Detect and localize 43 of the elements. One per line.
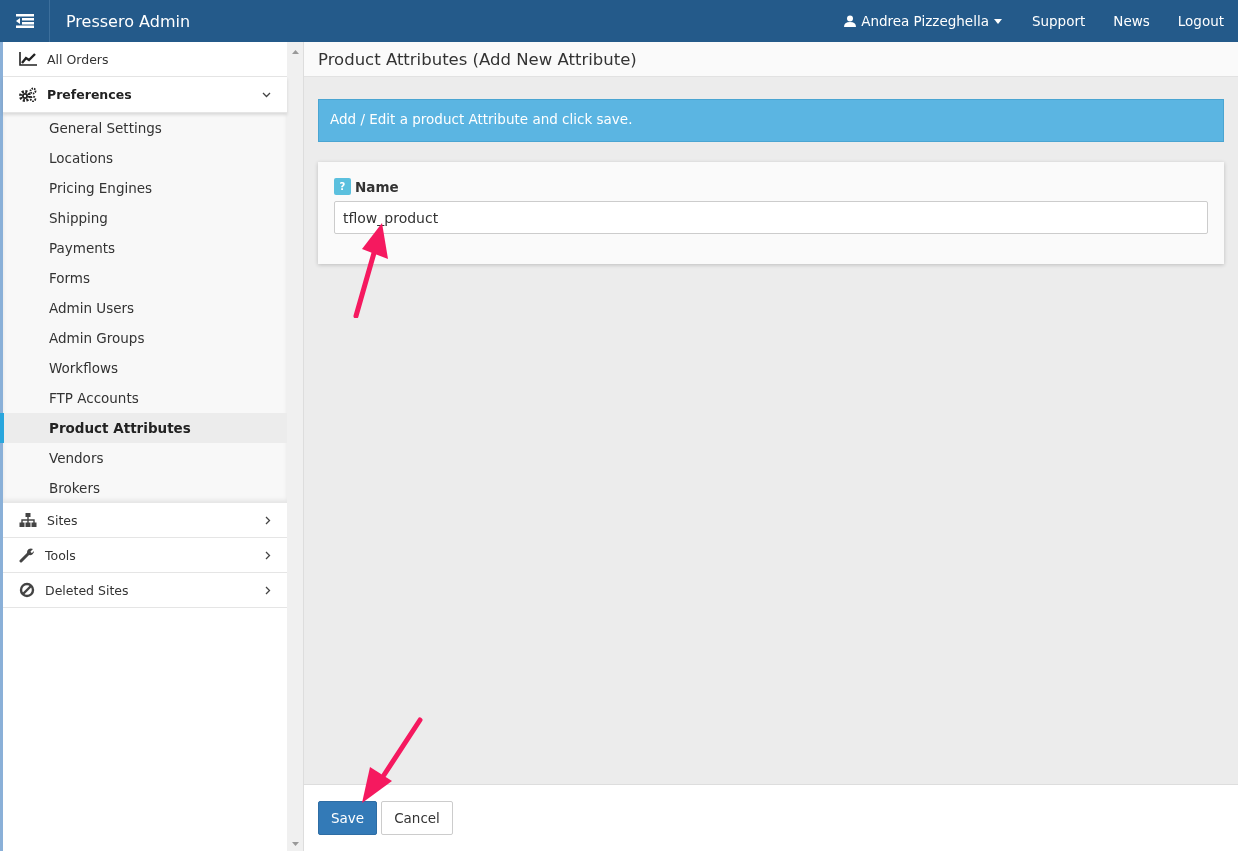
save-button[interactable]: Save (318, 801, 378, 835)
submenu-item[interactable]: General Settings (0, 113, 287, 143)
field-label: Name (355, 178, 399, 195)
info-text: Add / Edit a product Attribute and click save. (330, 111, 633, 127)
chevron-down-icon (262, 91, 271, 98)
nav-link[interactable]: Logout (1177, 13, 1224, 29)
sidebar-item[interactable]: Sites (3, 503, 287, 538)
submenu-item[interactable]: Payments (0, 233, 287, 263)
submenu-item[interactable]: FTP Accounts (0, 383, 287, 413)
menu-icon (15, 14, 34, 28)
sidebar-item[interactable]: Tools (3, 538, 287, 573)
line-chart-icon (19, 52, 37, 66)
cancel-button[interactable]: Cancel (381, 801, 453, 835)
sitemap-icon (19, 513, 37, 527)
submenu-item[interactable]: Product Attributes (0, 413, 287, 443)
scroll-down-icon (291, 842, 299, 846)
submenu-item[interactable]: Admin Users (0, 293, 287, 323)
chevron-right-icon (265, 515, 271, 525)
submenu-item[interactable]: Workflows (0, 353, 287, 383)
ban-icon (19, 582, 35, 598)
sidebar-item[interactable]: Deleted Sites (3, 573, 287, 608)
submenu-item[interactable]: Locations (0, 143, 287, 173)
user-icon (844, 15, 857, 27)
chevron-right-icon (265, 550, 271, 560)
wrench-icon (19, 547, 35, 563)
submenu-item[interactable]: Brokers (0, 473, 287, 503)
caret-icon (993, 18, 1002, 24)
chevron-right-icon (265, 585, 271, 595)
submenu-item[interactable]: Pricing Engines (0, 173, 287, 203)
name-input-field[interactable]: tflow_product (334, 201, 1208, 234)
scrollbar[interactable] (287, 42, 303, 851)
user-menu-link[interactable]: Andrea Pizzeghella (844, 13, 1002, 29)
app-title: Pressero Admin (66, 11, 191, 31)
submenu-item[interactable]: Shipping (0, 203, 287, 233)
nav-link[interactable]: News (1113, 13, 1150, 29)
scroll-up-icon (291, 50, 299, 54)
nav-link[interactable]: Support (1031, 13, 1086, 29)
submenu-item[interactable]: Admin Groups (0, 323, 287, 353)
sidebar-item[interactable]: All Orders (3, 42, 287, 77)
submenu-item[interactable]: Forms (0, 263, 287, 293)
submenu-item[interactable]: Vendors (0, 443, 287, 473)
page-title: Product Attributes (Add New Attribute) (318, 49, 637, 69)
gears-icon (19, 87, 37, 102)
